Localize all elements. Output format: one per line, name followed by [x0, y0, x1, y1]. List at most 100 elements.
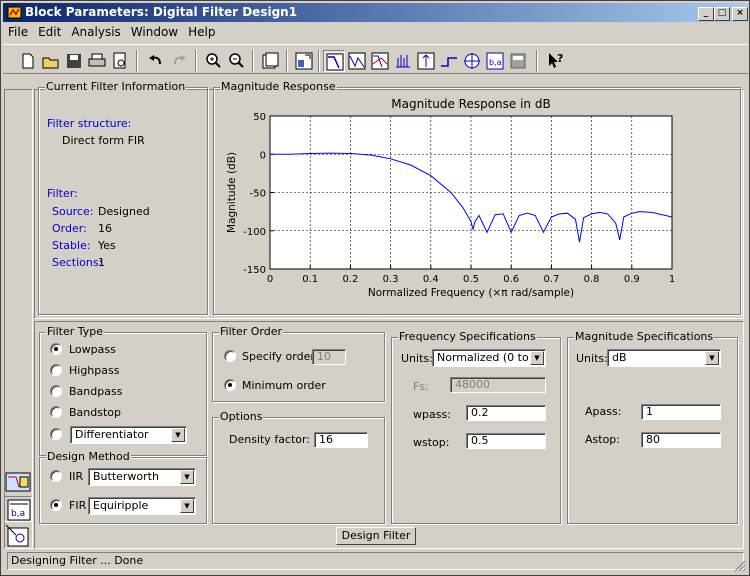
step-response-icon [441, 57, 457, 67]
x-tick-label: 0.2 [342, 274, 358, 285]
highpass-label: Highpass [69, 364, 120, 377]
fir-radio[interactable] [50, 499, 62, 511]
current-filter-info-legend: Current Filter Information [45, 80, 187, 93]
open-button[interactable] [40, 50, 62, 72]
magnitude-response-chart[interactable]: 0 0.1 0.2 0.3 0.4 0.5 0.6 0.7 0.8 0.9 1 50 0 -50 -100 -… [214, 88, 740, 314]
filter-design-icon [5, 472, 31, 492]
design-method-group: Design Method IIR Butterworth ▼ FIR Equir… [39, 450, 207, 524]
mag-units-select[interactable]: dB ▼ [607, 349, 721, 367]
filter-type-group: Filter Type Lowpass Highpass Bandpass Ba… [39, 325, 207, 456]
undo-button[interactable] [145, 50, 167, 72]
chevron-down-icon: ▼ [705, 351, 719, 365]
density-factor-input[interactable]: 16 [314, 432, 368, 448]
x-tick-label: 0.8 [584, 274, 600, 285]
filter-structure-value: Direct form FIR [62, 134, 145, 147]
filter-info-button[interactable] [507, 50, 529, 72]
freq-units-label: Units: [401, 352, 433, 365]
menu-analysis[interactable]: Analysis [66, 23, 125, 41]
fir-method-value: Equiripple [93, 499, 149, 512]
magnitude-specs-legend: Magnitude Specifications [574, 330, 715, 343]
group-delay-button[interactable] [392, 50, 414, 72]
wstop-input[interactable]: 0.5 [466, 433, 546, 449]
impulse-response-icon [417, 52, 435, 70]
undo-icon [149, 55, 161, 65]
sections-value: 1 [98, 256, 105, 269]
x-tick-label: 0 [267, 274, 273, 285]
wpass-input[interactable]: 0.2 [466, 405, 546, 421]
menu-help[interactable]: Help [183, 23, 220, 41]
zoom-out-button[interactable] [225, 50, 247, 72]
new-figure-icon [262, 52, 279, 69]
mag-phase-button[interactable] [369, 50, 391, 72]
freq-units-select[interactable]: Normalized (0 to 1) ▼ [432, 349, 546, 367]
bandstop-radio[interactable] [50, 406, 62, 418]
x-tick-label: 0.6 [503, 274, 519, 285]
menu-window[interactable]: Window [126, 23, 183, 41]
sections-label: Sections: [52, 256, 103, 269]
design-panel-button[interactable] [4, 469, 32, 495]
x-tick-label: 1 [669, 274, 675, 285]
whats-this-button[interactable]: ? [545, 50, 567, 72]
pole-zero-editor-icon [5, 524, 29, 547]
freq-units-value: Normalized (0 to 1) [437, 351, 544, 364]
maximize-icon: □ [717, 8, 727, 18]
minimum-order-radio[interactable] [224, 379, 236, 391]
menu-edit[interactable]: Edit [33, 23, 66, 41]
minimize-button[interactable]: _ [698, 7, 714, 21]
redo-button[interactable] [168, 50, 190, 72]
pole-zero-button[interactable] [461, 50, 483, 72]
new-figure-button[interactable] [259, 50, 281, 72]
print-button[interactable] [86, 50, 108, 72]
x-tick-label: 0.7 [543, 274, 559, 285]
order-label: Order: [52, 222, 87, 235]
phase-response-button[interactable] [346, 50, 368, 72]
design-method-legend: Design Method [46, 450, 131, 463]
group-delay-icon [396, 55, 410, 68]
design-filter-button[interactable]: Design Filter [336, 527, 416, 545]
specify-order-input[interactable]: 10 [312, 349, 346, 365]
apass-input[interactable]: 1 [641, 404, 721, 420]
toolbar-separator [318, 50, 320, 72]
menu-file[interactable]: File [3, 23, 33, 41]
full-view-icon [295, 52, 313, 70]
resize-grip-icon[interactable] [734, 560, 746, 572]
source-label: Source: [52, 205, 94, 218]
stable-value: Yes [98, 239, 116, 252]
iir-radio[interactable] [50, 470, 62, 482]
other-filter-radio[interactable] [50, 428, 62, 440]
lowpass-radio[interactable] [50, 343, 62, 355]
step-response-button[interactable] [438, 50, 460, 72]
specify-order-radio[interactable] [224, 350, 236, 362]
zoom-in-button[interactable] [202, 50, 224, 72]
filter-structure-label: Filter structure: [47, 117, 132, 130]
fir-method-select[interactable]: Equiripple ▼ [88, 497, 196, 515]
order-value: 16 [98, 222, 112, 235]
toolbar: b,a ? [3, 44, 748, 74]
filter-coefficients-button[interactable]: b,a [484, 50, 506, 72]
title-bar[interactable]: Block Parameters: Digital Filter Design1… [3, 3, 748, 22]
maximize-button[interactable]: □ [714, 7, 730, 21]
magnitude-response-button[interactable] [323, 50, 345, 72]
close-button[interactable]: × [732, 7, 748, 21]
fs-input[interactable]: 48000 [450, 377, 546, 393]
bandstop-label: Bandstop [69, 406, 121, 419]
full-view-button[interactable] [293, 50, 315, 72]
toolbar-separator [252, 50, 254, 72]
highpass-radio[interactable] [50, 364, 62, 376]
impulse-response-button[interactable] [415, 50, 437, 72]
bandpass-radio[interactable] [50, 385, 62, 397]
options-group: Options Density factor: 16 [212, 410, 385, 524]
save-button[interactable] [63, 50, 85, 72]
import-panel-button[interactable]: b,a [4, 496, 32, 522]
iir-method-select[interactable]: Butterworth ▼ [88, 468, 196, 486]
new-button[interactable] [17, 50, 39, 72]
pole-zero-editor-button[interactable] [4, 523, 32, 549]
density-factor-label: Density factor: [229, 433, 311, 446]
print-preview-button[interactable] [109, 50, 131, 72]
other-filter-select[interactable]: Differentiator ▼ [70, 426, 187, 444]
minimize-icon: _ [703, 8, 709, 18]
specify-order-label: Specify order: [242, 350, 319, 363]
other-filter-value: Differentiator [75, 428, 149, 441]
astop-input[interactable]: 80 [641, 432, 721, 448]
design-panel: Filter Type Lowpass Highpass Bandpass Ba… [34, 321, 744, 549]
